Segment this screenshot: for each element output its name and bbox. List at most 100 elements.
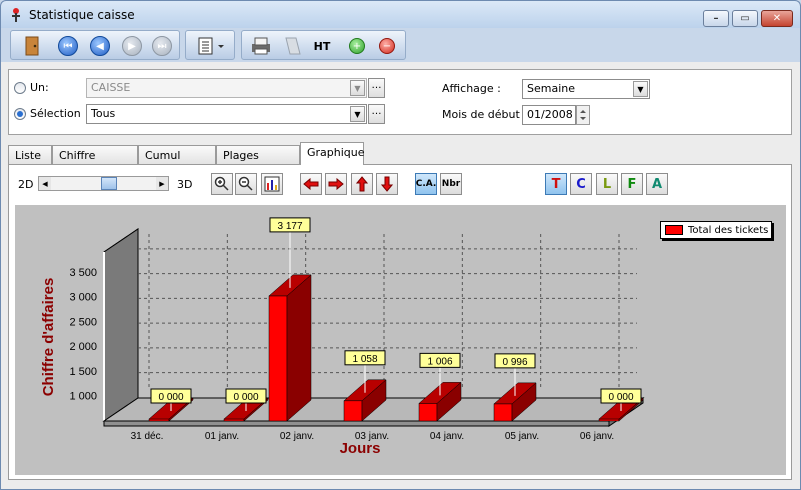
y-tick-label: 1 500: [69, 366, 97, 378]
window-title: Statistique caisse: [29, 8, 135, 22]
chart-area: 1 000 1 500 2 000 2 500 3 000 3 500 0 000 31 dé…: [15, 205, 786, 475]
tab-chiffre-affaires[interactable]: Chiffre d'affaires: [52, 145, 138, 175]
previous-record-button[interactable]: ◀: [89, 35, 111, 57]
print-button[interactable]: [249, 35, 273, 57]
selection-radio[interactable]: [14, 108, 26, 120]
zoom-in-icon: [214, 176, 229, 191]
maximize-button[interactable]: ▭: [732, 10, 758, 27]
arrow-right-icon: [328, 178, 344, 190]
first-icon: ⏮: [58, 36, 78, 56]
selection-browse-button[interactable]: …: [368, 104, 385, 124]
x-axis-title: Jours: [340, 440, 381, 457]
x-tick-label: 02 janv.: [280, 431, 314, 442]
preview-icon: [285, 37, 301, 55]
minus-icon: −: [379, 38, 395, 54]
bar: [418, 403, 438, 422]
tab-liste[interactable]: Liste: [8, 145, 52, 164]
delete-button[interactable]: −: [376, 35, 398, 57]
chevron-down-icon: ▼: [350, 80, 365, 96]
depth-slider[interactable]: ◀ ▶: [38, 176, 169, 191]
zoom-out-button[interactable]: [235, 173, 257, 195]
rotate-up-button[interactable]: [351, 173, 373, 195]
affichage-combo-value: Semaine: [527, 82, 576, 95]
bar: [148, 418, 170, 422]
exit-door-icon[interactable]: [21, 35, 43, 57]
print-preview-button[interactable]: [280, 35, 304, 57]
y-axis-title: Chiffre d'affaires: [40, 278, 57, 397]
nbr-button[interactable]: Nbr: [440, 173, 462, 195]
tab-cumul-articles[interactable]: Cumul Articles: [138, 145, 216, 175]
chevron-down-icon: ▼: [350, 106, 365, 122]
next-record-button[interactable]: ▶: [121, 35, 143, 57]
bar: [493, 403, 513, 422]
printer-icon: [252, 37, 270, 55]
add-button[interactable]: +: [346, 35, 368, 57]
chart-type-button[interactable]: [261, 173, 283, 195]
ca-button[interactable]: C.A.: [415, 173, 437, 195]
rotate-down-button[interactable]: [376, 173, 398, 195]
bar-side: [286, 274, 312, 422]
x-tick-label: 06 janv.: [580, 431, 614, 442]
data-label: 0 000: [158, 392, 183, 403]
mois-label: Mois de début :: [442, 108, 527, 121]
mois-input[interactable]: 01/2008: [522, 105, 576, 125]
rotate-left-button[interactable]: [300, 173, 322, 195]
letter-c-button[interactable]: C: [570, 173, 592, 195]
letter-a-label: A: [651, 176, 663, 192]
ht-button[interactable]: HT: [310, 35, 334, 57]
data-label: 0 000: [608, 392, 633, 403]
arrow-up-icon: [356, 176, 368, 192]
tab-plages-horaires[interactable]: Plages horaires: [216, 145, 300, 175]
selection-combo-value: Tous: [91, 107, 116, 120]
client-area: Un: CAISSE ▼ … Sélection Tous ▼ … Affich…: [0, 62, 801, 490]
close-button[interactable]: ✕: [761, 10, 793, 27]
last-record-button[interactable]: ⏭: [151, 35, 173, 57]
bar-chart-icon: [264, 176, 280, 192]
tab-graphique[interactable]: Graphique: [300, 142, 365, 165]
legend-swatch: [665, 225, 683, 235]
letter-c-label: C: [576, 176, 586, 192]
rotate-right-button[interactable]: [325, 173, 347, 195]
app-icon: [12, 8, 20, 22]
letter-a-button[interactable]: A: [646, 173, 668, 195]
chevron-down-icon: ▼: [633, 81, 648, 97]
letter-t-button[interactable]: T: [545, 173, 567, 195]
zoom-out-icon: [238, 176, 253, 191]
minimize-button[interactable]: –: [703, 10, 729, 27]
label-3d: 3D: [177, 178, 193, 191]
un-radio[interactable]: [14, 82, 26, 94]
arrow-down-icon: [381, 176, 393, 192]
selection-combo[interactable]: Tous ▼: [86, 104, 367, 124]
previous-icon: ◀: [90, 36, 110, 56]
bar-chart: 1 000 1 500 2 000 2 500 3 000 3 500 0 000 31 dé…: [40, 217, 645, 457]
next-icon: ▶: [122, 36, 142, 56]
label-2d: 2D: [18, 178, 34, 191]
un-combo: CAISSE ▼: [86, 78, 367, 98]
toolbar-group-navigation: ⏮ ◀ ▶ ⏭: [10, 30, 180, 60]
depth-slider-thumb[interactable]: [101, 177, 118, 190]
last-icon: ⏭: [152, 36, 172, 56]
letter-t-label: T: [551, 176, 561, 192]
zoom-in-button[interactable]: [211, 173, 233, 195]
letter-l-button[interactable]: L: [596, 173, 618, 195]
bar: [598, 418, 620, 422]
legend-label: Total des tickets: [688, 224, 769, 236]
x-tick-label: 31 déc.: [131, 431, 164, 442]
mois-spinner[interactable]: [576, 105, 590, 125]
data-label: 1 058: [352, 354, 377, 365]
y-tick-label: 1 000: [69, 391, 97, 403]
x-tick-label: 04 janv.: [430, 431, 464, 442]
bar: [343, 400, 363, 422]
data-label: 1 006: [427, 356, 452, 367]
chart-legend: Total des tickets: [660, 221, 772, 239]
letter-f-button[interactable]: F: [621, 173, 643, 195]
view-menu-button[interactable]: [194, 35, 228, 57]
y-tick-label: 3 000: [69, 292, 97, 304]
x-tick-label: 01 janv.: [205, 431, 239, 442]
y-tick-label: 2 000: [69, 341, 97, 353]
affichage-combo[interactable]: Semaine ▼: [522, 79, 650, 99]
first-record-button[interactable]: ⏮: [57, 35, 79, 57]
un-browse-button[interactable]: …: [368, 78, 385, 98]
document-list-icon: [198, 37, 224, 55]
un-combo-value: CAISSE: [91, 81, 131, 94]
